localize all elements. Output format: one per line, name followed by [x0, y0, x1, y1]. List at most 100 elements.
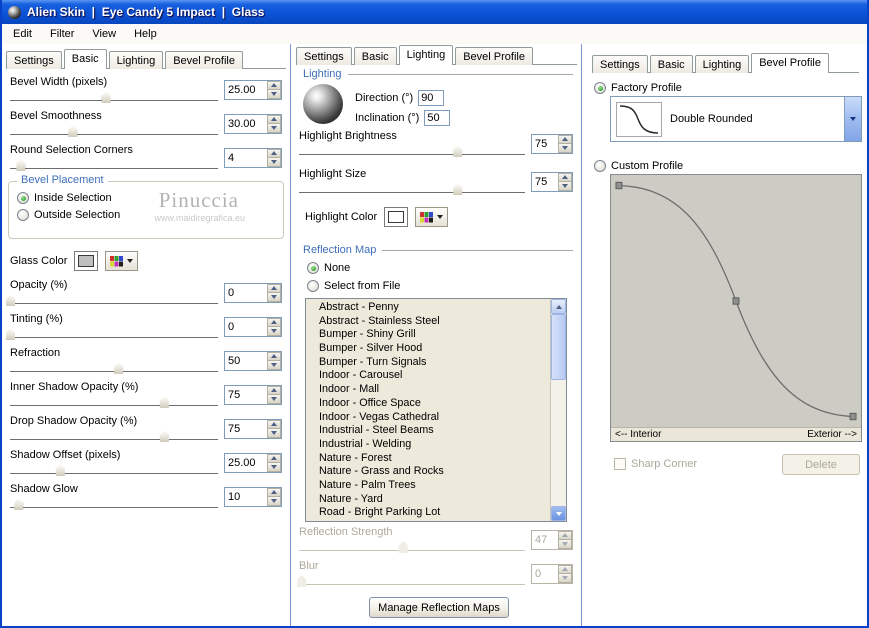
- curve-handle[interactable]: [850, 413, 856, 419]
- drop-shadow-opacity-value[interactable]: [224, 419, 282, 439]
- slider-thumb[interactable]: [102, 91, 111, 103]
- slider-thumb[interactable]: [6, 294, 15, 306]
- round-selection-corners-slider[interactable]: [10, 158, 218, 171]
- round-selection-corners-value[interactable]: [224, 148, 282, 168]
- slider-thumb[interactable]: [14, 498, 23, 510]
- value-input[interactable]: [225, 420, 267, 438]
- value-input[interactable]: [225, 386, 267, 404]
- shadow-offset-slider[interactable]: [10, 463, 218, 476]
- menu-item[interactable]: View: [83, 25, 125, 43]
- value-input[interactable]: [225, 115, 267, 133]
- value-input[interactable]: [532, 135, 558, 153]
- reflection-map-item[interactable]: Indoor - Mall: [306, 383, 550, 397]
- factory-profile-combo[interactable]: Double Rounded: [610, 96, 862, 142]
- spin-down-button[interactable]: [558, 181, 572, 191]
- reflection-map-item[interactable]: Nature - Forest: [306, 452, 550, 466]
- reflection-map-item[interactable]: Bumper - Shiny Grill: [306, 328, 550, 342]
- right-tab-bevel-profile[interactable]: Bevel Profile: [751, 53, 829, 73]
- inclination-input[interactable]: [424, 110, 450, 126]
- value-input[interactable]: [532, 173, 558, 191]
- shadow-glow-slider[interactable]: [10, 497, 218, 510]
- left-tab-basic[interactable]: Basic: [64, 49, 107, 69]
- highlight-brightness-slider[interactable]: [299, 144, 525, 157]
- spin-down-button[interactable]: [267, 462, 281, 472]
- list-scrollbar[interactable]: [550, 299, 566, 521]
- spin-down-button[interactable]: [267, 157, 281, 167]
- reflection-map-item[interactable]: Industrial - Steel Beams: [306, 424, 550, 438]
- middle-tab-bevel-profile[interactable]: Bevel Profile: [455, 47, 533, 65]
- curve-handle[interactable]: [733, 298, 739, 304]
- slider-thumb[interactable]: [453, 145, 462, 157]
- scroll-up-button[interactable]: [551, 299, 566, 314]
- bevel-width-slider[interactable]: [10, 90, 218, 103]
- spin-down-button[interactable]: [267, 326, 281, 336]
- shadow-glow-value[interactable]: [224, 487, 282, 507]
- bevel-width-value[interactable]: [224, 80, 282, 100]
- spin-down-button[interactable]: [558, 143, 572, 153]
- right-tab-lighting[interactable]: Lighting: [695, 55, 750, 73]
- slider-thumb[interactable]: [114, 362, 123, 374]
- value-input[interactable]: [225, 454, 267, 472]
- tinting-value[interactable]: [224, 317, 282, 337]
- tinting-slider[interactable]: [10, 327, 218, 340]
- light-direction-ball[interactable]: [303, 84, 343, 124]
- slider-thumb[interactable]: [160, 430, 169, 442]
- spin-down-button[interactable]: [267, 123, 281, 133]
- reflection-map-item[interactable]: Nature - Grass and Rocks: [306, 465, 550, 479]
- slider-thumb[interactable]: [68, 125, 77, 137]
- combo-dropdown-button[interactable]: [844, 97, 861, 141]
- reflection-map-item[interactable]: Abstract - Penny: [306, 301, 550, 315]
- curve-handle[interactable]: [616, 182, 622, 188]
- reflection-map-listbox[interactable]: Abstract - PennyAbstract - Stainless Ste…: [305, 298, 567, 522]
- value-input[interactable]: [225, 284, 267, 302]
- highlight-color-picker-button[interactable]: [415, 207, 448, 227]
- value-input[interactable]: [225, 352, 267, 370]
- refraction-slider[interactable]: [10, 361, 218, 374]
- reflection-map-item[interactable]: Nature - Palm Trees: [306, 479, 550, 493]
- highlight-size-value[interactable]: [531, 172, 573, 192]
- inner-shadow-opacity-slider[interactable]: [10, 395, 218, 408]
- reflection-map-item[interactable]: Road - Bright Parking Lot: [306, 506, 550, 520]
- value-input[interactable]: [225, 488, 267, 506]
- slider-thumb[interactable]: [16, 159, 25, 171]
- reflection-map-item[interactable]: Nature - Yard: [306, 493, 550, 507]
- value-input[interactable]: [225, 149, 267, 167]
- spin-down-button[interactable]: [267, 292, 281, 302]
- middle-tab-settings[interactable]: Settings: [296, 47, 352, 65]
- opacity-slider[interactable]: [10, 293, 218, 306]
- left-tab-lighting[interactable]: Lighting: [109, 51, 164, 69]
- right-tab-basic[interactable]: Basic: [650, 55, 693, 73]
- reflection-map-item[interactable]: Bumper - Turn Signals: [306, 356, 550, 370]
- inner-shadow-opacity-value[interactable]: [224, 385, 282, 405]
- direction-input[interactable]: [418, 90, 444, 106]
- highlight-color-swatch[interactable]: [384, 207, 408, 227]
- title-bar[interactable]: Alien Skin | Eye Candy 5 Impact | Glass: [2, 0, 867, 24]
- spin-down-button[interactable]: [267, 394, 281, 404]
- menu-item[interactable]: Filter: [41, 25, 83, 43]
- value-input[interactable]: [225, 81, 267, 99]
- glass-color-swatch[interactable]: [74, 251, 98, 271]
- radio-factory-profile[interactable]: Factory Profile: [594, 82, 682, 94]
- drop-shadow-opacity-slider[interactable]: [10, 429, 218, 442]
- radio-select-from-file[interactable]: Select from File: [307, 280, 400, 292]
- spin-down-button[interactable]: [267, 496, 281, 506]
- spin-down-button[interactable]: [267, 360, 281, 370]
- radio-none[interactable]: None: [307, 262, 350, 274]
- reflection-map-item[interactable]: Industrial - Welding: [306, 438, 550, 452]
- reflection-map-item[interactable]: Indoor - Carousel: [306, 369, 550, 383]
- menu-item[interactable]: Help: [125, 25, 166, 43]
- spin-down-button[interactable]: [267, 428, 281, 438]
- radio-custom-profile[interactable]: Custom Profile: [594, 160, 683, 172]
- reflection-map-item[interactable]: Bumper - Silver Hood: [306, 342, 550, 356]
- menu-item[interactable]: Edit: [4, 25, 41, 43]
- shadow-offset-value[interactable]: [224, 453, 282, 473]
- slider-thumb[interactable]: [6, 328, 15, 340]
- reflection-map-item[interactable]: Indoor - Vegas Cathedral: [306, 411, 550, 425]
- manage-reflection-maps-button[interactable]: Manage Reflection Maps: [369, 597, 509, 618]
- glass-color-picker-button[interactable]: [105, 251, 138, 271]
- left-tab-bevel-profile[interactable]: Bevel Profile: [165, 51, 243, 69]
- bevel-smoothness-value[interactable]: [224, 114, 282, 134]
- middle-tab-basic[interactable]: Basic: [354, 47, 397, 65]
- slider-thumb[interactable]: [453, 183, 462, 195]
- refraction-value[interactable]: [224, 351, 282, 371]
